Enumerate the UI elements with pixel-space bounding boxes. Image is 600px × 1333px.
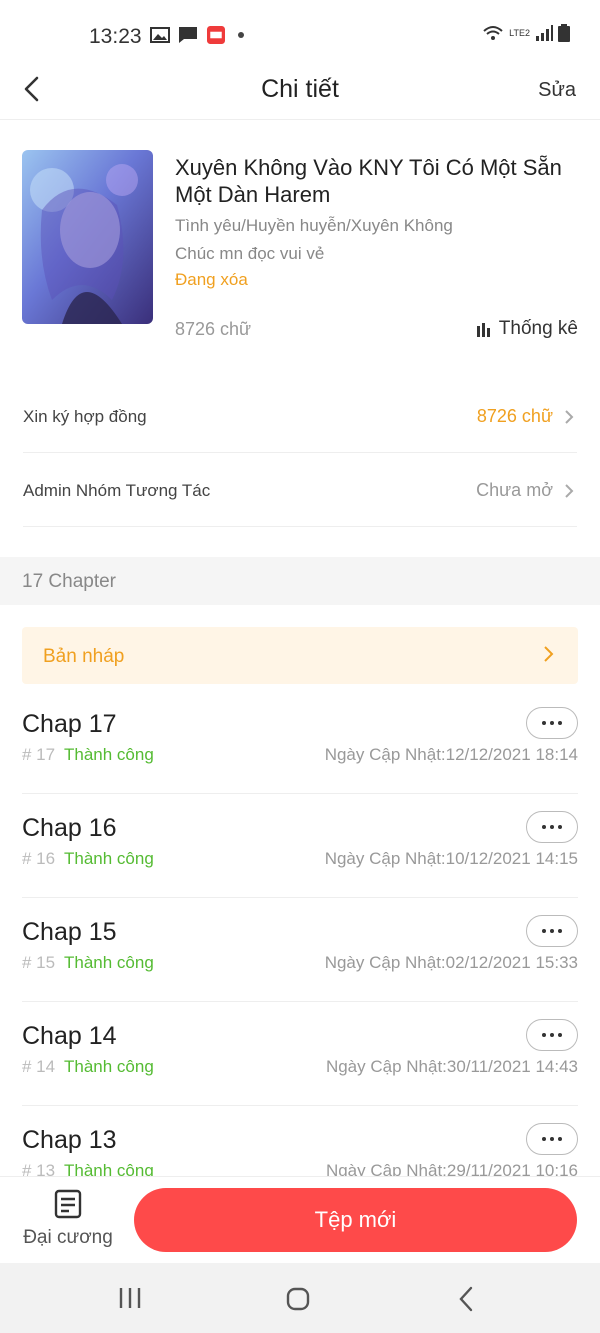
more-options-button[interactable] bbox=[526, 707, 578, 739]
chapter-item[interactable]: Chap 17 # 17 Thành công Ngày Cập Nhật:12… bbox=[22, 690, 578, 794]
status-bar: 13:23 LTE2 bbox=[0, 0, 600, 60]
word-count: 8726 chữ bbox=[175, 319, 252, 339]
system-back-icon[interactable] bbox=[458, 1286, 474, 1312]
recent-apps-icon[interactable] bbox=[118, 1287, 142, 1309]
book-status: Đang xóa bbox=[175, 270, 248, 289]
more-options-button[interactable] bbox=[526, 1123, 578, 1155]
chapter-title: Chap 13 bbox=[22, 1126, 117, 1154]
chapter-status: Thành công bbox=[64, 1057, 154, 1076]
message-icon bbox=[179, 27, 197, 43]
book-cover-image[interactable] bbox=[22, 150, 153, 324]
bottom-action-bar: Đại cương Tệp mới bbox=[0, 1176, 600, 1263]
chapter-item[interactable]: Chap 16 # 16 Thành công Ngày Cập Nhật:10… bbox=[22, 794, 578, 898]
chapter-status: Thành công bbox=[64, 849, 154, 868]
outline-button[interactable]: Đại cương bbox=[20, 1189, 116, 1255]
network-type: LTE2 bbox=[509, 27, 530, 38]
chapter-updated-date: Ngày Cập Nhật:29/11/2021 10:16 bbox=[325, 1161, 578, 1176]
chapter-number: # 13 bbox=[22, 1161, 56, 1176]
gallery-icon bbox=[150, 27, 170, 43]
edit-button[interactable]: Sửa bbox=[538, 79, 576, 102]
book-title: Xuyên Không Vào KNY Tôi Có Một Sẵn Một D… bbox=[175, 155, 562, 207]
chapter-updated-date: Ngày Cập Nhật:02/12/2021 15:33 bbox=[324, 953, 578, 972]
chapter-item[interactable]: Chap 15 # 15 Thành công Ngày Cập Nhật:02… bbox=[22, 898, 578, 1002]
admin-group-label: Admin Nhóm Tương Tác bbox=[23, 481, 211, 500]
wifi-icon bbox=[483, 26, 503, 40]
more-options-button[interactable] bbox=[526, 915, 578, 947]
chapter-number: # 16 bbox=[22, 849, 56, 868]
document-icon bbox=[54, 1189, 82, 1219]
chevron-right-icon bbox=[565, 484, 574, 498]
chapter-status: Thành công bbox=[64, 1161, 154, 1176]
contract-value: 8726 chữ bbox=[476, 406, 553, 426]
contract-row[interactable]: Xin ký hợp đồng 8726 chữ bbox=[23, 379, 577, 453]
more-options-button[interactable] bbox=[526, 811, 578, 843]
chapter-title: Chap 16 bbox=[22, 814, 117, 842]
page-title: Chi tiết bbox=[261, 75, 339, 103]
status-time: 13:23 bbox=[89, 25, 142, 48]
top-app-bar: Chi tiết Sửa bbox=[0, 60, 600, 120]
stats-label: Thống kê bbox=[498, 318, 578, 339]
draft-label: Bản nháp bbox=[43, 646, 125, 667]
book-genre: Tình yêu/Huyền huyễn/Xuyên Không bbox=[175, 216, 453, 235]
new-file-button[interactable]: Tệp mới bbox=[134, 1188, 577, 1252]
chapter-item[interactable]: Chap 14 # 14 Thành công Ngày Cập Nhật:30… bbox=[22, 1002, 578, 1106]
more-options-button[interactable] bbox=[526, 1019, 578, 1051]
chapter-status: Thành công bbox=[64, 745, 154, 764]
manga-app-icon bbox=[207, 26, 225, 44]
contract-label: Xin ký hợp đồng bbox=[23, 407, 147, 426]
chapter-item[interactable]: Chap 13 # 13 Thành công Ngày Cập Nhật:29… bbox=[22, 1106, 578, 1176]
notification-icons bbox=[150, 26, 244, 44]
chevron-right-icon bbox=[544, 646, 554, 662]
admin-group-row[interactable]: Admin Nhóm Tương Tác Chưa mở bbox=[23, 453, 577, 527]
book-description: Chúc mn đọc vui vẻ bbox=[175, 244, 325, 263]
home-icon[interactable] bbox=[286, 1287, 310, 1311]
chapter-title: Chap 14 bbox=[22, 1022, 117, 1050]
system-status-icons: LTE2 bbox=[482, 24, 570, 42]
chapter-title: Chap 15 bbox=[22, 918, 117, 946]
chapter-updated-date: Ngày Cập Nhật:30/11/2021 14:43 bbox=[325, 1057, 578, 1076]
chapter-title: Chap 17 bbox=[22, 710, 117, 738]
stats-button[interactable]: Thống kê bbox=[476, 318, 578, 340]
system-nav-bar bbox=[0, 1263, 600, 1333]
chapter-list: Chap 17 # 17 Thành công Ngày Cập Nhật:12… bbox=[0, 690, 600, 1176]
chapter-updated-date: Ngày Cập Nhật:10/12/2021 14:15 bbox=[324, 849, 578, 868]
chapter-count-bar: 17 Chapter bbox=[0, 557, 600, 605]
signal-icon bbox=[536, 25, 553, 41]
bar-chart-icon bbox=[476, 323, 490, 337]
admin-group-value: Chưa mở bbox=[476, 480, 553, 500]
chapter-updated-date: Ngày Cập Nhật:12/12/2021 18:14 bbox=[324, 745, 578, 764]
outline-label: Đại cương bbox=[23, 1227, 113, 1248]
chapter-number: # 15 bbox=[22, 953, 56, 972]
chapter-number: # 17 bbox=[22, 745, 56, 764]
chapter-count: 17 Chapter bbox=[22, 571, 117, 592]
battery-icon bbox=[558, 24, 570, 42]
chapter-number: # 14 bbox=[22, 1057, 56, 1076]
chapter-status: Thành công bbox=[64, 953, 154, 972]
draft-row[interactable]: Bản nháp bbox=[22, 627, 578, 684]
more-notifications-dot bbox=[238, 32, 244, 38]
chevron-right-icon bbox=[565, 410, 574, 424]
